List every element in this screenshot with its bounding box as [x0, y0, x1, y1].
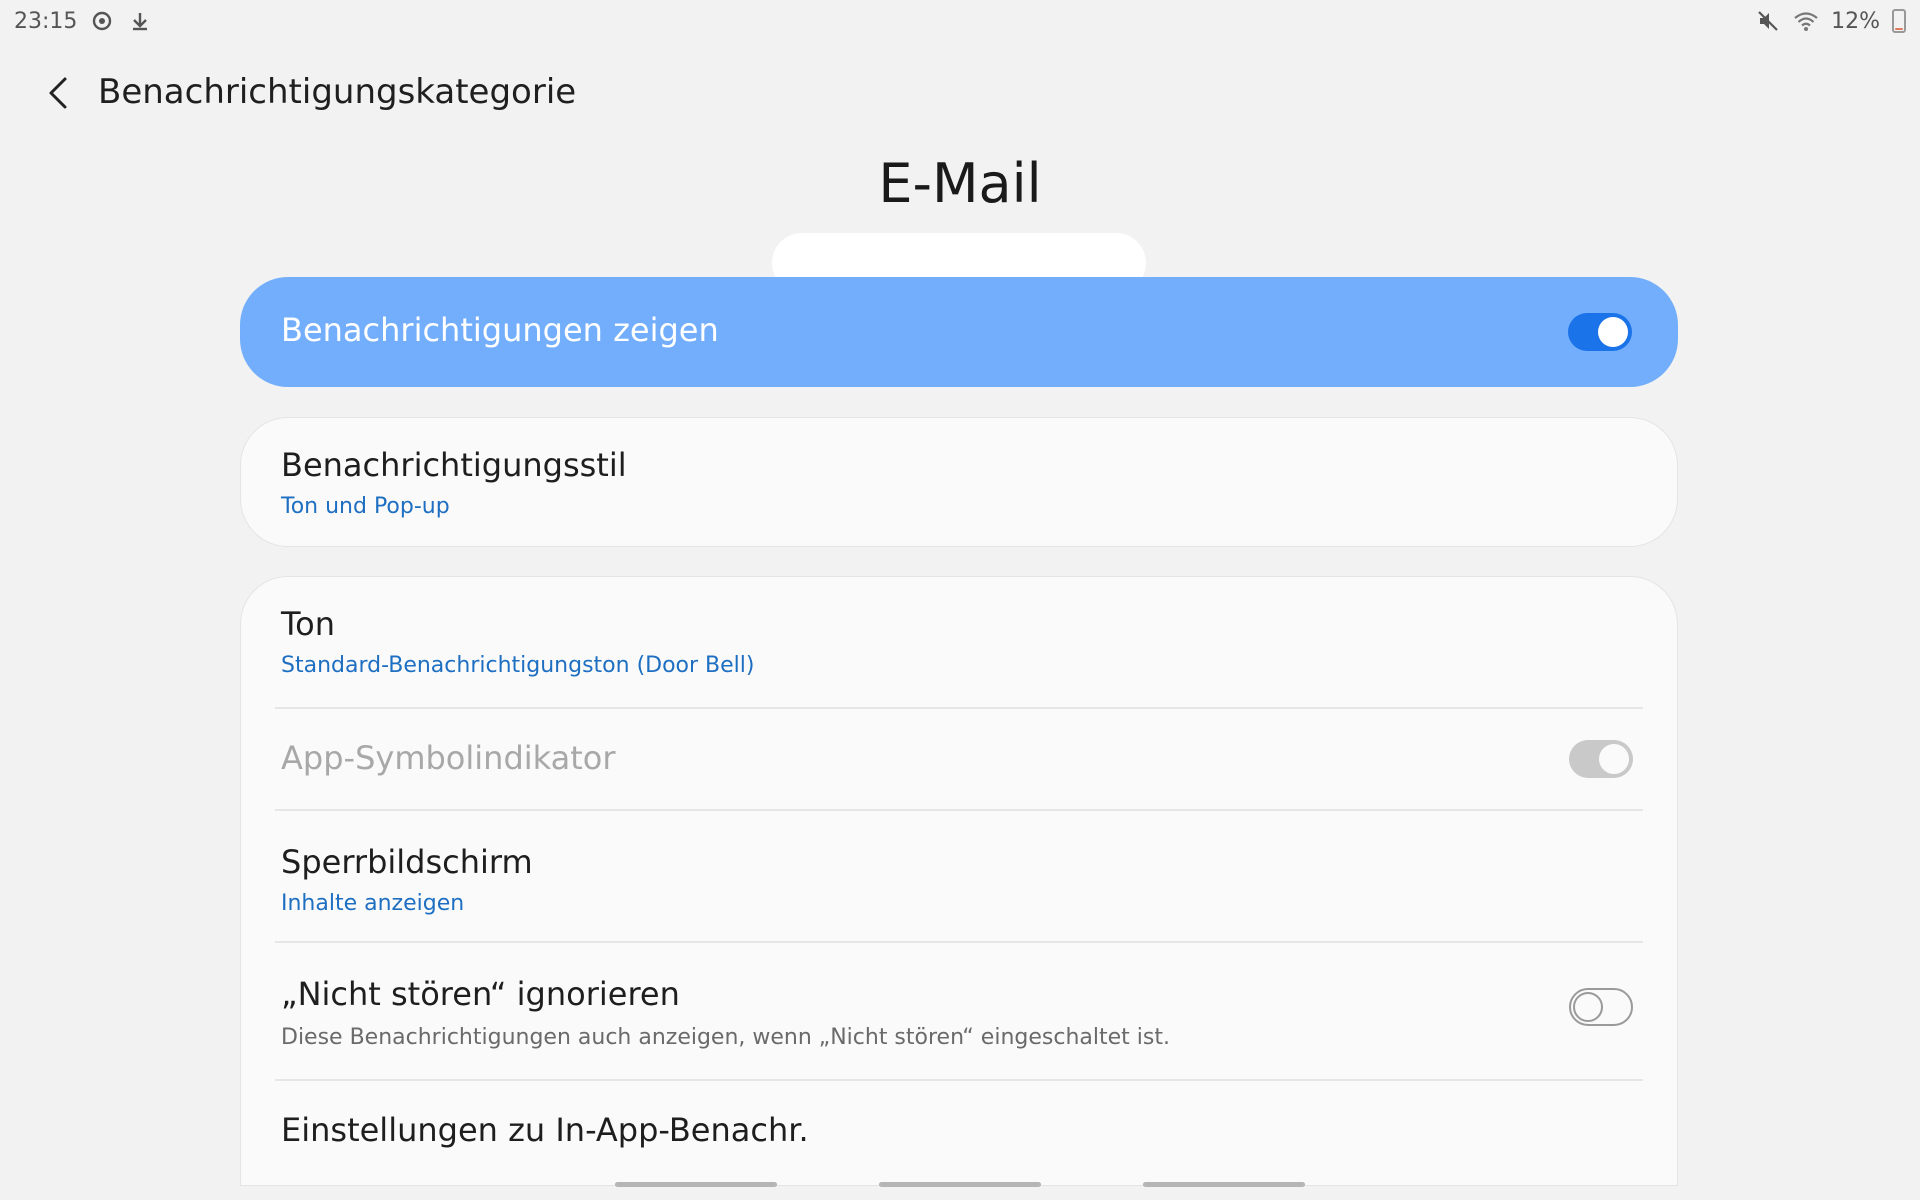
app-bar: Benachrichtigungskategorie [0, 58, 1920, 128]
lockscreen-row[interactable]: Sperrbildschirm Inhalte anzeigen [241, 811, 1677, 941]
in-app-notification-settings-row[interactable]: Einstellungen zu In-App-Benachr. [241, 1081, 1677, 1181]
app-bar-title: Benachrichtigungskategorie [98, 72, 577, 112]
nav-handle-back[interactable] [1143, 1182, 1305, 1187]
download-icon [127, 8, 153, 34]
nav-handle-recent[interactable] [615, 1182, 777, 1187]
lockscreen-value: Inhalte anzeigen [281, 891, 465, 916]
notification-style-value: Ton und Pop-up [281, 494, 450, 519]
status-left: 23:15 [14, 8, 153, 34]
toggle-knob [1573, 992, 1603, 1022]
dnd-override-row[interactable]: „Nicht stören“ ignorieren Diese Benachri… [241, 943, 1677, 1079]
mute-icon [1755, 8, 1781, 34]
status-time: 23:15 [14, 8, 78, 34]
account-line: c m [760, 233, 1160, 293]
show-notifications-toggle[interactable] [1568, 313, 1632, 351]
toggle-knob [1597, 742, 1631, 776]
show-notifications-label: Benachrichtigungen zeigen [281, 311, 719, 349]
sync-icon [89, 8, 115, 34]
show-notifications-row[interactable]: Benachrichtigungen zeigen [240, 277, 1678, 387]
nav-handle-home[interactable] [879, 1182, 1041, 1187]
dnd-override-description: Diese Benachrichtigungen auch anzeigen, … [281, 1025, 1170, 1050]
dnd-override-title: „Nicht stören“ ignorieren [281, 975, 680, 1013]
battery-icon [1892, 9, 1906, 33]
wifi-icon [1793, 8, 1819, 34]
sound-value: Standard-Benachrichtigungston (Door Bell… [281, 653, 755, 678]
status-bar: 23:15 12% [0, 0, 1920, 44]
status-right: 12% [1755, 8, 1906, 34]
navigation-bar [0, 1182, 1920, 1190]
app-badge-title: App-Symbolindikator [281, 739, 616, 777]
page-title: E-Mail [878, 152, 1042, 215]
dnd-override-toggle[interactable] [1569, 988, 1633, 1026]
notification-style-card[interactable]: Benachrichtigungsstil Ton und Pop-up [240, 417, 1678, 547]
battery-level [1895, 28, 1903, 30]
toggle-knob [1598, 317, 1628, 347]
back-arrow-icon [49, 77, 67, 109]
notification-style-title: Benachrichtigungsstil [281, 446, 627, 484]
settings-card: Ton Standard-Benachrichtigungston (Door … [240, 576, 1678, 1186]
lockscreen-title: Sperrbildschirm [281, 843, 533, 881]
sound-row[interactable]: Ton Standard-Benachrichtigungston (Door … [241, 577, 1677, 707]
app-badge-toggle[interactable] [1569, 740, 1633, 778]
back-button[interactable] [34, 68, 84, 118]
app-badge-row[interactable]: App-Symbolindikator [241, 709, 1677, 809]
in-app-notification-settings-title: Einstellungen zu In-App-Benachr. [281, 1111, 809, 1149]
battery-percent: 12% [1831, 8, 1880, 34]
sound-title: Ton [281, 605, 335, 643]
